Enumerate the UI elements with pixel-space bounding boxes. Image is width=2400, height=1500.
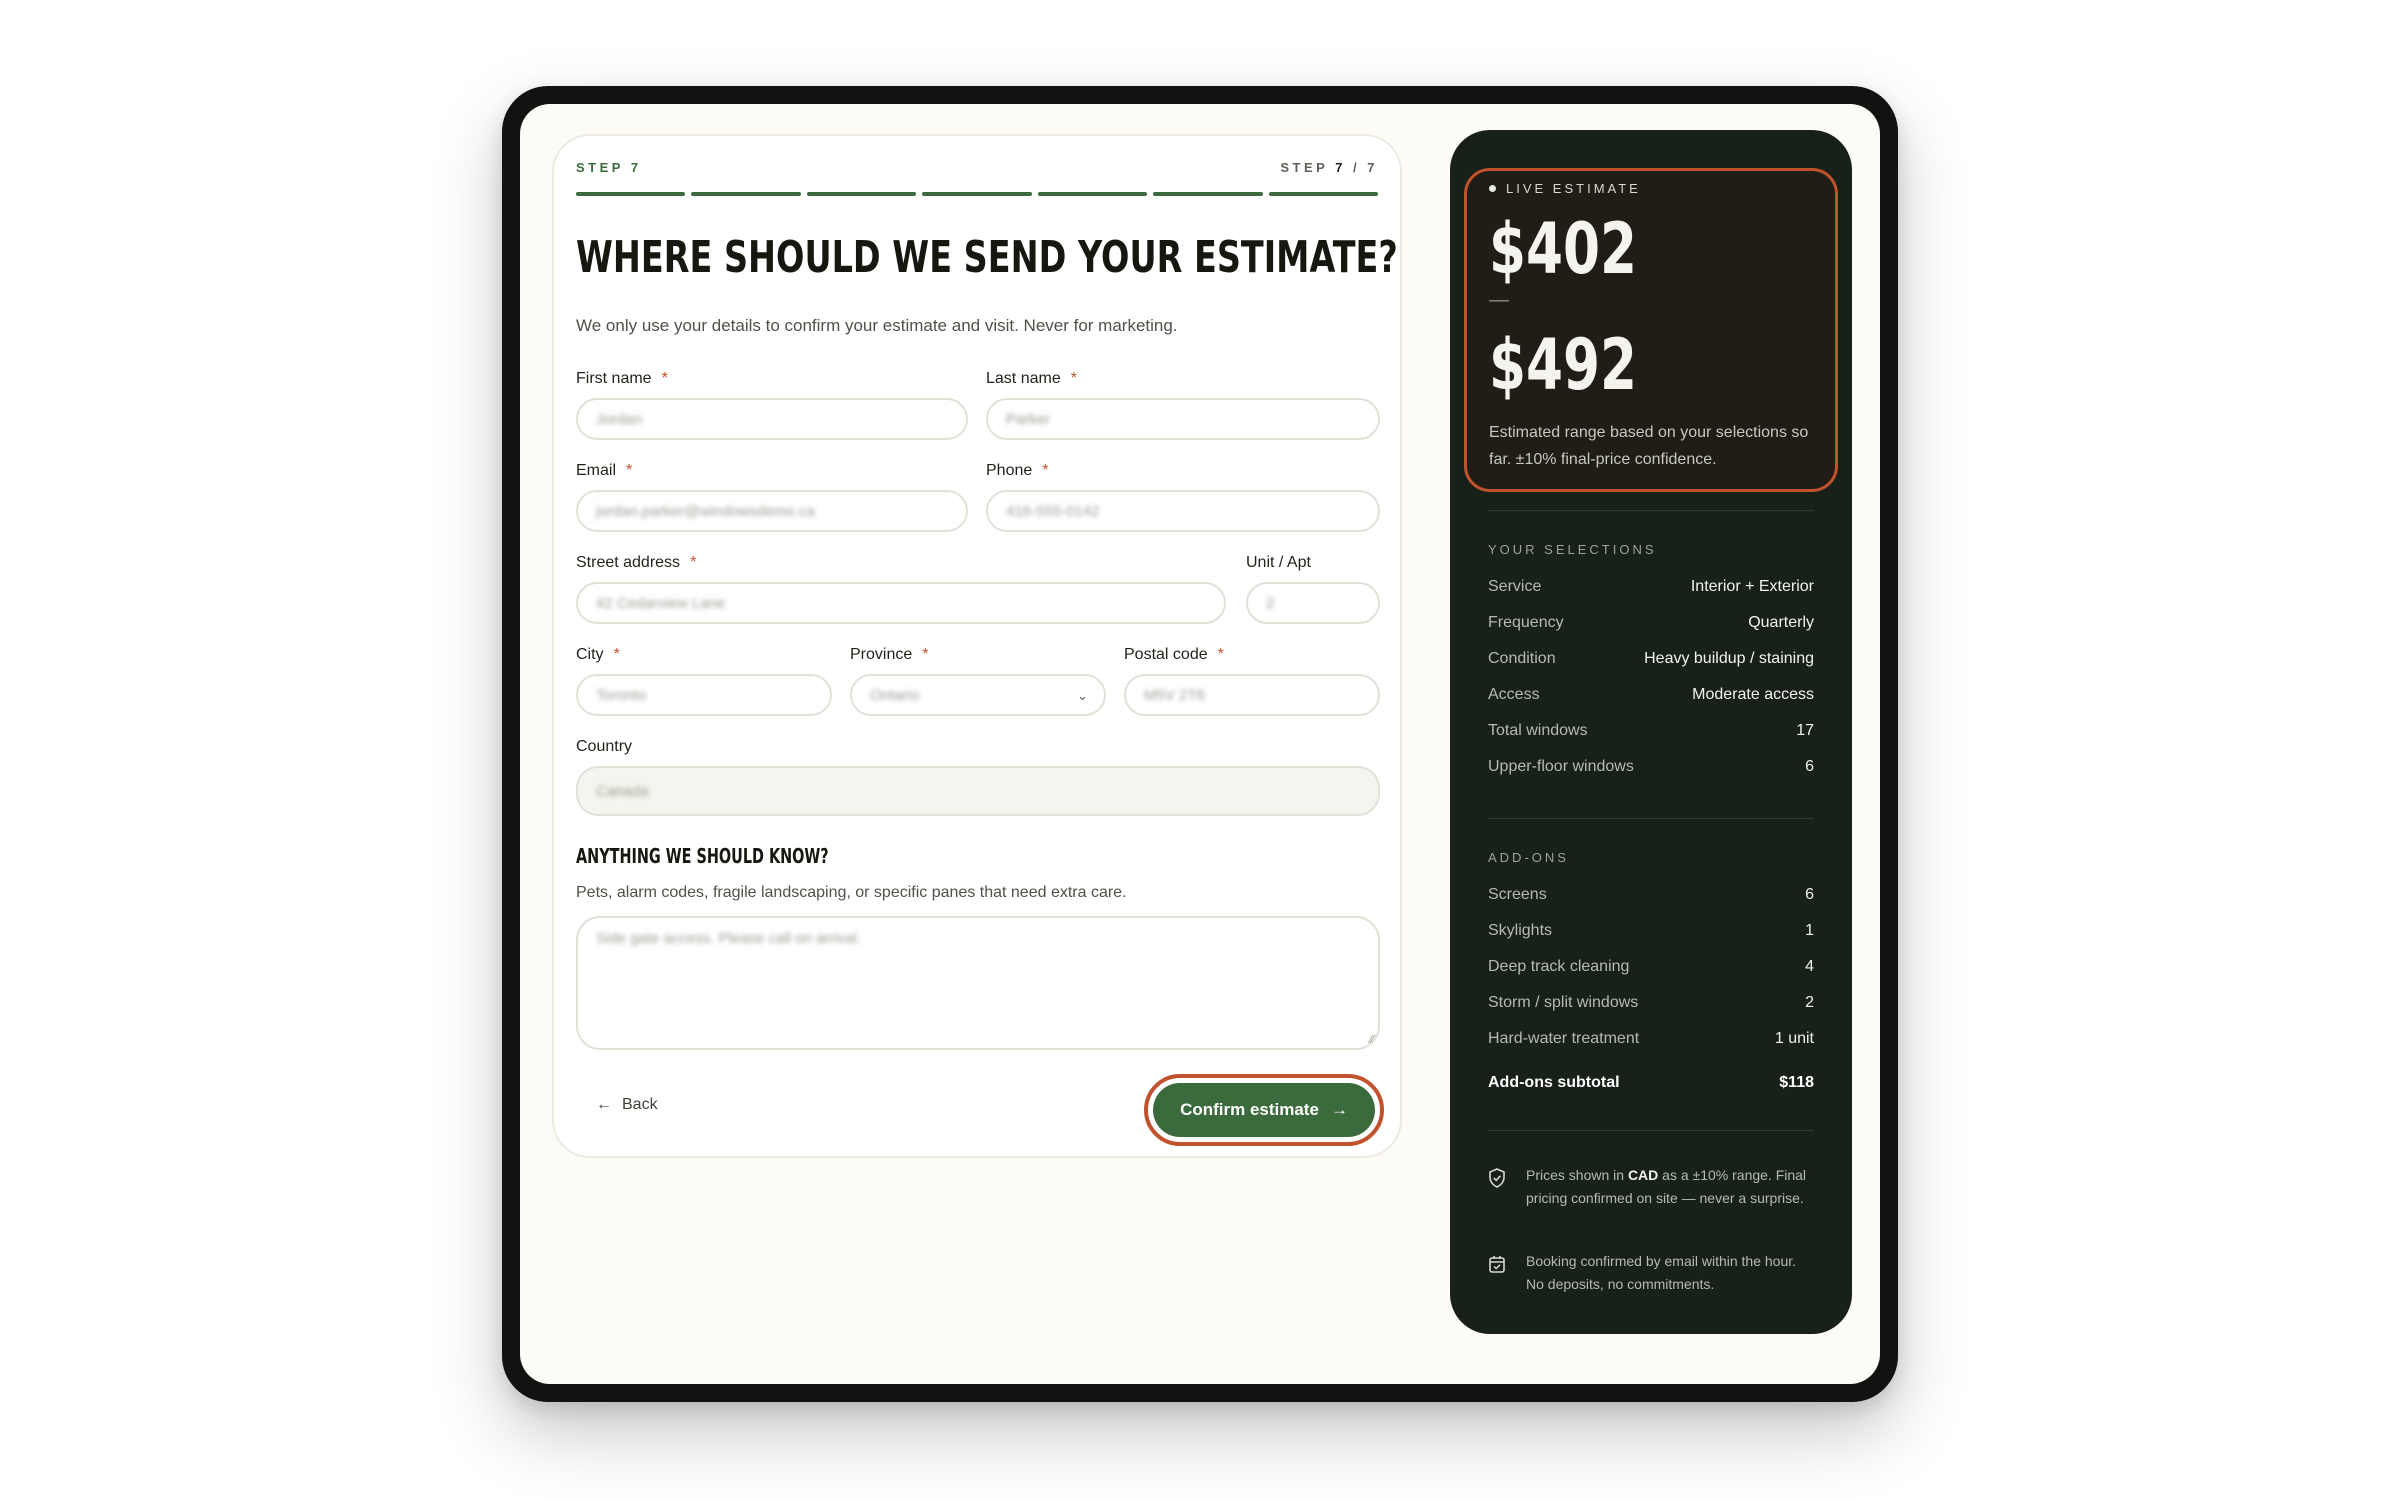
phone-label: Phone * (986, 462, 1049, 479)
addon-row: Deep track cleaning 4 (1488, 958, 1814, 975)
phone-input[interactable]: 416-555-0142 (986, 490, 1380, 532)
divider (1488, 818, 1814, 819)
city-input[interactable]: Toronto (576, 674, 832, 716)
shield-check-icon (1488, 1164, 1510, 1210)
notes-textarea[interactable]: Side gate access. Please call on arrival… (576, 916, 1380, 1050)
selection-row: Total windows 17 (1488, 722, 1814, 739)
chevron-down-icon: ⌄ (1077, 688, 1088, 703)
divider (1488, 1130, 1814, 1131)
selection-row: Service Interior + Exterior (1488, 578, 1814, 595)
calendar-check-icon (1488, 1250, 1510, 1296)
contact-form-card: STEP 7 STEP 7 / 7 Where should we send y… (552, 134, 1402, 1158)
app-screen: STEP 7 STEP 7 / 7 Where should we send y… (520, 104, 1880, 1384)
street-input[interactable]: 42 Cedarview Lane (576, 582, 1226, 624)
booking-footnote: Booking confirmed by email within the ho… (1488, 1250, 1814, 1296)
estimate-panel: LIVE ESTIMATE $402 — $492 Estimated rang… (1450, 130, 1852, 1334)
confirm-estimate-button[interactable]: Confirm estimate → (1153, 1083, 1375, 1137)
addons-subtotal: Add-ons subtotal $118 (1488, 1074, 1814, 1091)
arrow-right-icon: → (1330, 1100, 1348, 1119)
live-estimate-box: LIVE ESTIMATE $402 — $492 Estimated rang… (1464, 168, 1838, 492)
email-label: Email * (576, 462, 633, 479)
page-title: Where should we send your estimate? (576, 232, 1398, 283)
back-button[interactable]: ← Back (596, 1096, 658, 1114)
resize-handle-icon[interactable]: ∕∕ (1370, 1032, 1374, 1046)
live-dot-icon (1489, 185, 1496, 192)
first-name-input[interactable]: Jordan (576, 398, 968, 440)
estimate-low: $402 (1489, 208, 1638, 290)
step-label: STEP 7 (576, 160, 642, 175)
addon-row: Hard-water treatment 1 unit (1488, 1030, 1814, 1047)
notes-heading: Anything we should know? (576, 844, 829, 868)
live-estimate-tag: LIVE ESTIMATE (1489, 181, 1641, 196)
stepper-header: STEP 7 STEP 7 / 7 (576, 160, 1378, 180)
email-input[interactable]: jordan.parker@windowsdemo.ca (576, 490, 968, 532)
addons-title: ADD-ONS (1488, 850, 1569, 865)
page-subtitle: We only use your details to confirm your… (576, 316, 1178, 335)
progress-bar (576, 192, 1378, 196)
estimate-high: $492 (1489, 324, 1638, 406)
divider (1488, 510, 1814, 511)
estimate-range-dash: — (1489, 289, 1509, 311)
province-select[interactable]: Ontario ⌄ (850, 674, 1106, 716)
country-input: Canada (576, 766, 1380, 816)
city-label: City * (576, 646, 620, 663)
confirm-focus-ring: Confirm estimate → (1144, 1074, 1384, 1146)
progress-segment (1268, 192, 1378, 196)
country-label: Country (576, 738, 633, 755)
addon-row: Storm / split windows 2 (1488, 994, 1814, 1011)
notes-hint: Pets, alarm codes, fragile landscaping, … (576, 884, 1127, 901)
unit-input[interactable]: 2 (1246, 582, 1380, 624)
selection-row: Upper-floor windows 6 (1488, 758, 1814, 775)
addon-row: Skylights 1 (1488, 922, 1814, 939)
progress-segment (1037, 192, 1148, 196)
selections-title: YOUR SELECTIONS (1488, 542, 1657, 557)
last-name-input[interactable]: Parker (986, 398, 1380, 440)
selection-row: Frequency Quarterly (1488, 614, 1814, 631)
progress-segment (922, 192, 1032, 196)
arrow-left-icon: ← (596, 1096, 612, 1113)
progress-segment (691, 192, 801, 196)
estimate-note: Estimated range based on your selections… (1489, 424, 1809, 468)
addon-row: Screens 6 (1488, 886, 1814, 903)
last-name-label: Last name * (986, 370, 1077, 387)
province-label: Province * (850, 646, 929, 663)
pricing-footnote: Prices shown in CAD as a ±10% range. Fin… (1488, 1164, 1814, 1210)
progress-segment (1153, 192, 1263, 196)
progress-segment (806, 192, 917, 196)
first-name-label: First name * (576, 370, 668, 387)
selection-row: Access Moderate access (1488, 686, 1814, 703)
device-frame: STEP 7 STEP 7 / 7 Where should we send y… (502, 86, 1898, 1402)
progress-segment (576, 192, 686, 196)
selection-row: Condition Heavy buildup / staining (1488, 650, 1814, 667)
postal-code-input[interactable]: M5V 2T6 (1124, 674, 1380, 716)
street-label: Street address * (576, 554, 697, 571)
step-counter: STEP 7 / 7 (1280, 160, 1378, 175)
unit-label: Unit / Apt (1246, 554, 1311, 571)
postal-code-label: Postal code * (1124, 646, 1224, 663)
